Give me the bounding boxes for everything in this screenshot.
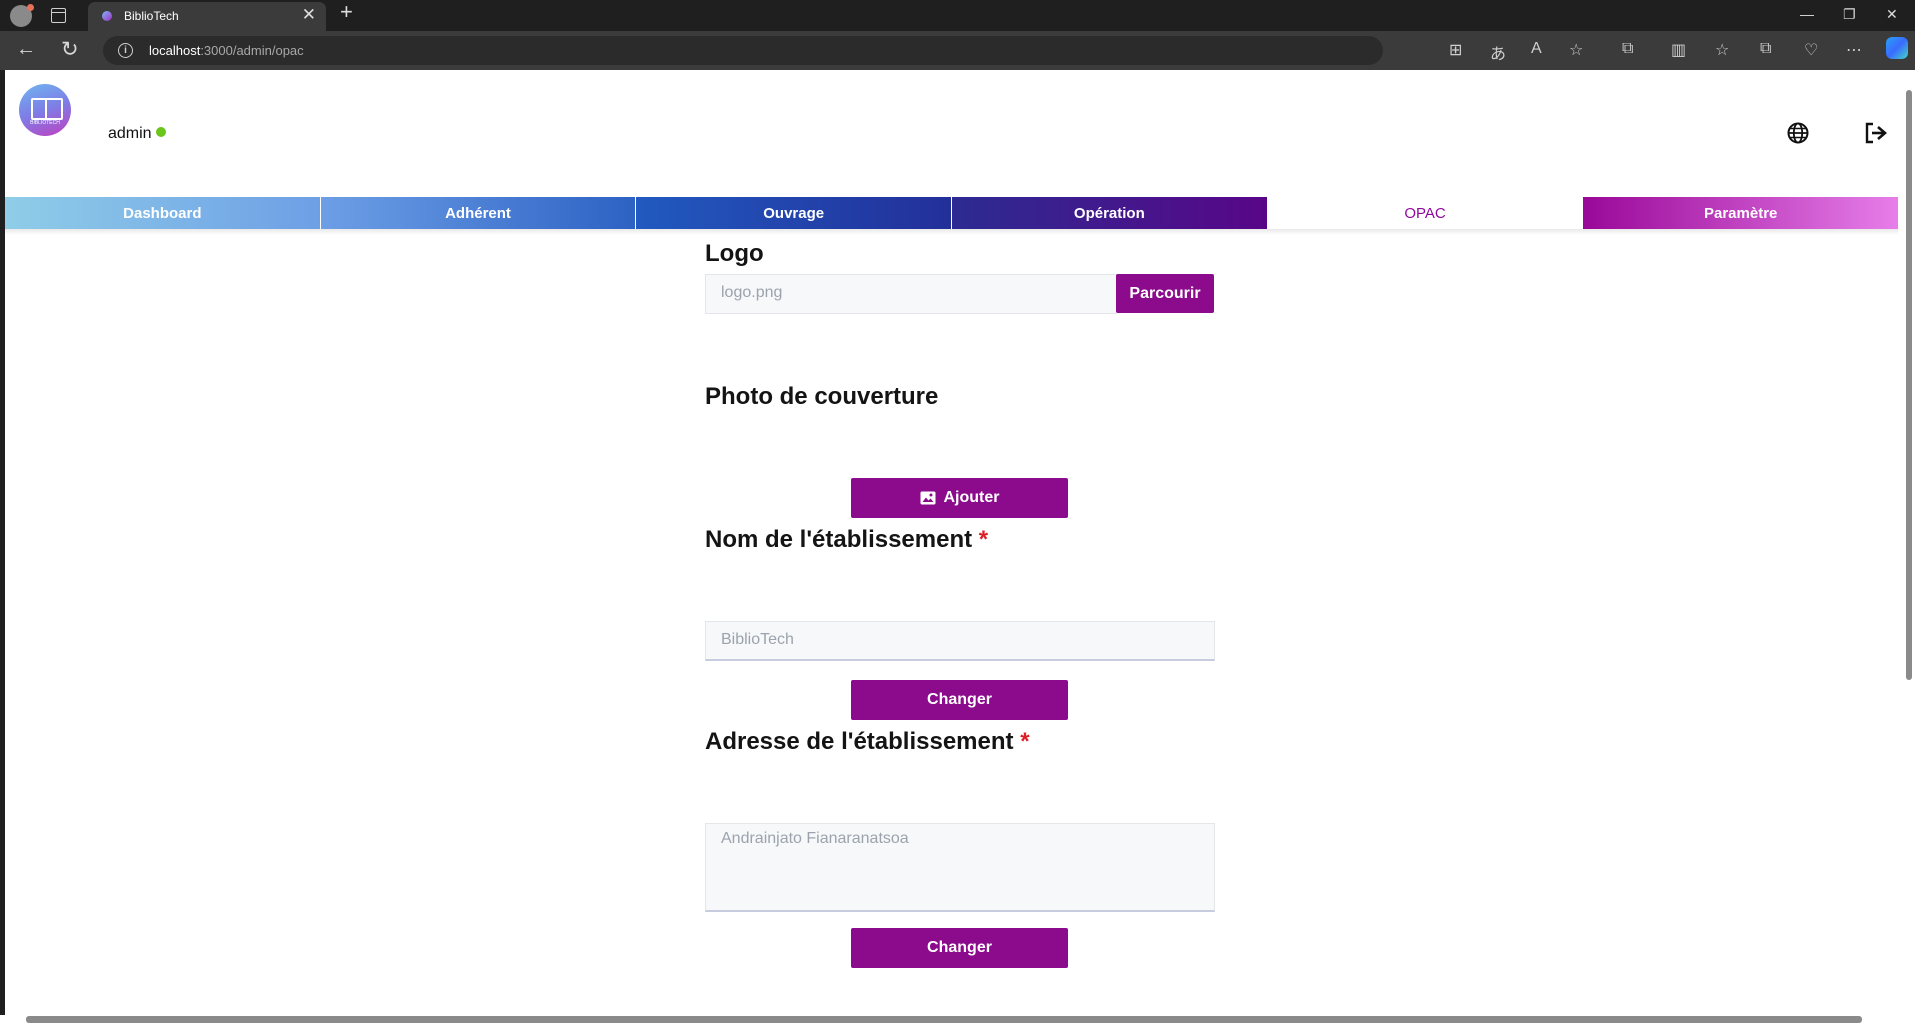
nav-shadow (5, 229, 1898, 235)
name-label-text: Nom de l'établissement (705, 526, 973, 553)
logo-label: Logo (705, 240, 764, 267)
book-icon (31, 98, 63, 120)
tab-close-icon[interactable]: ✕ (302, 6, 316, 23)
address-label-text: Adresse de l'établissement (705, 728, 1014, 755)
change-name-button[interactable]: Changer (851, 680, 1068, 720)
collections-icon[interactable]: ⧉ (1760, 40, 1771, 58)
horizontal-scroll-thumb[interactable] (26, 1016, 1862, 1023)
logo-text: BIBLIOTECH (30, 120, 60, 126)
tab-ouvrage[interactable]: Ouvrage (636, 197, 953, 229)
add-cover-label: Ajouter (943, 489, 1000, 506)
site-info-icon[interactable]: i (118, 43, 133, 58)
globe-icon[interactable] (1787, 122, 1809, 144)
image-icon (920, 491, 935, 505)
browser-essentials-icon[interactable]: ♡ (1804, 40, 1818, 60)
address-bar[interactable]: i localhost:3000/admin/opac (103, 36, 1383, 65)
url-path: :3000/admin/opac (200, 43, 304, 58)
vertical-scroll-thumb[interactable] (1906, 90, 1912, 680)
split-screen-icon[interactable]: ▥ (1671, 40, 1686, 60)
tab-parametre[interactable]: Paramètre (1583, 197, 1899, 229)
browser-toolbar: ← ↻ i localhost:3000/admin/opac ⊞ あ A ☆ … (0, 31, 1915, 70)
name-label: Nom de l'établissement * (705, 526, 988, 554)
online-status-icon (155, 127, 166, 137)
extensions-icon[interactable]: ⧉ (1622, 40, 1633, 58)
back-arrow-icon[interactable]: ← (16, 38, 36, 61)
url-host: localhost (149, 43, 201, 58)
app-logo: BIBLIOTECH (19, 84, 71, 136)
reload-icon[interactable]: ↻ (61, 37, 79, 62)
browser-tab[interactable]: BiblioTech ✕ (88, 2, 326, 31)
page-content: BIBLIOTECH admin Dashboard Adhérent Ouvr… (5, 70, 1899, 1015)
tab-title: BiblioTech (124, 9, 179, 23)
restore-icon[interactable]: ❐ (1843, 6, 1856, 23)
translate-icon[interactable]: あ (1490, 40, 1506, 64)
required-mark: * (978, 526, 989, 553)
change-address-button[interactable]: Changer (851, 928, 1068, 968)
browser-titlebar: BiblioTech ✕ + — ❐ ✕ (0, 0, 1915, 31)
tab-adherent[interactable]: Adhérent (320, 197, 637, 229)
copilot-icon[interactable] (1886, 37, 1908, 59)
new-tab-icon[interactable]: + (340, 1, 353, 23)
add-cover-button[interactable]: Ajouter (851, 478, 1068, 518)
logo-file-field[interactable]: logo.png (705, 274, 1117, 314)
establishment-address-textarea[interactable]: Andrainjato Fianaranatsoa (705, 823, 1215, 912)
tab-favicon-icon (102, 11, 112, 21)
favorites-icon[interactable]: ☆ (1715, 40, 1729, 60)
address-label: Adresse de l'établissement * (705, 728, 1030, 756)
favorite-star-icon[interactable]: ☆ (1569, 40, 1583, 60)
vertical-scrollbar[interactable] (1903, 70, 1915, 1015)
logout-icon[interactable] (1864, 122, 1888, 144)
horizontal-scrollbar[interactable] (0, 1015, 1915, 1024)
user-status: admin (108, 125, 166, 143)
username: admin (108, 125, 152, 142)
required-mark: * (1020, 728, 1030, 755)
cover-photo-label: Photo de couverture (705, 383, 939, 410)
establishment-name-input[interactable]: BiblioTech (705, 621, 1215, 661)
tab-opac[interactable]: OPAC (1267, 197, 1584, 229)
browse-button[interactable]: Parcourir (1116, 274, 1214, 313)
tab-operation[interactable]: Opération (952, 197, 1268, 229)
app-icon[interactable]: ⊞ (1449, 40, 1462, 60)
more-icon[interactable]: ⋯ (1846, 40, 1862, 60)
profile-avatar-icon[interactable] (10, 4, 34, 27)
read-aloud-icon[interactable]: A (1531, 40, 1542, 58)
window-close-icon[interactable]: ✕ (1886, 6, 1898, 23)
tab-actions-icon[interactable] (51, 8, 66, 23)
tab-dashboard[interactable]: Dashboard (5, 197, 321, 229)
main-nav: Dashboard Adhérent Ouvrage Opération OPA… (5, 197, 1899, 229)
minimize-icon[interactable]: — (1800, 6, 1814, 22)
url-text: localhost:3000/admin/opac (149, 43, 304, 58)
